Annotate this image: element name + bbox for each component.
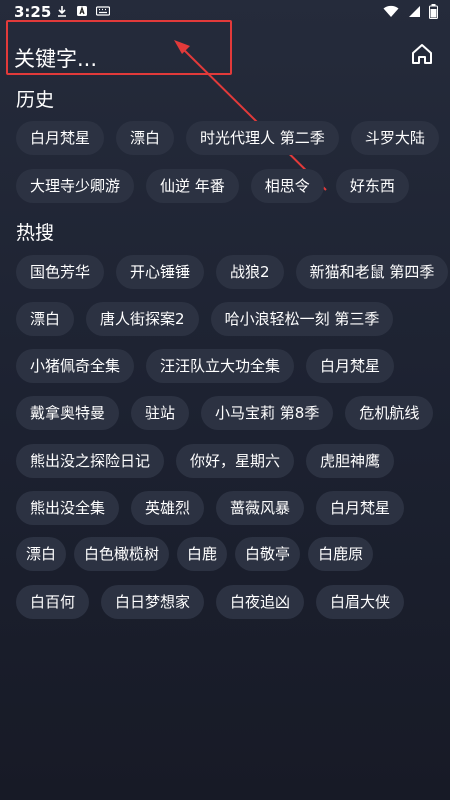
hot-tag[interactable]: 驻站 [131,396,190,430]
battery-icon [429,4,438,19]
app-notification-icon [76,5,88,17]
hot-tag[interactable]: 白月梵星 [306,349,395,383]
hot-tag[interactable]: 戴拿奥特曼 [16,396,120,430]
hot-tag[interactable]: 唐人街探案2 [86,302,199,336]
hot-tag[interactable]: 蔷薇风暴 [216,491,305,525]
hot-tag[interactable]: 熊出没之探险日记 [16,444,165,478]
hot-row: 漂白 白色橄榄树 白鹿 白敬亭 白鹿原 [16,537,374,571]
hot-tag[interactable]: 白日梦想家 [101,585,205,619]
hot-tag[interactable]: 你好，星期六 [176,444,295,478]
history-tag[interactable]: 好东西 [335,169,409,203]
hot-tag[interactable]: 战狼2 [216,255,284,289]
hot-tag[interactable]: 漂白 [16,302,75,336]
hot-row: 白百何 白日梦想家 白夜追凶 白眉大侠 [16,585,405,619]
home-button[interactable] [410,42,434,66]
history-row: 白月梵星 漂白 时光代理人 第二季 斗罗大陆 [16,121,439,155]
hot-tag[interactable]: 白鹿 [177,537,228,571]
history-row: 大理寺少卿游 仙逆 年番 相思令 好东西 [16,169,409,203]
home-icon [412,44,432,64]
status-time: 3:25 [14,3,52,21]
hot-tag[interactable]: 汪汪队立大功全集 [146,349,295,383]
history-tag[interactable]: 漂白 [116,121,175,155]
history-tag[interactable]: 相思令 [250,169,324,203]
hot-tag[interactable]: 白鹿原 [308,537,374,571]
hot-row: 戴拿奥特曼 驻站 小马宝莉 第8季 危机航线 [16,396,434,430]
hot-tag[interactable]: 英雄烈 [131,491,205,525]
signal-icon [407,5,421,18]
history-section-title: 历史 [16,89,55,111]
hot-tag[interactable]: 白月梵星 [316,491,405,525]
hot-row: 熊出没之探险日记 你好，星期六 虎胆神鹰 [16,444,395,478]
annotation-highlight-box [6,20,232,75]
keyboard-icon [96,5,110,17]
hot-tag[interactable]: 白百何 [16,585,90,619]
hot-tag[interactable]: 哈小浪轻松一刻 第三季 [210,302,394,336]
hot-tag[interactable]: 小马宝莉 第8季 [201,396,334,430]
hot-tag[interactable]: 小猪佩奇全集 [16,349,135,383]
wifi-icon [383,5,399,18]
hot-tag[interactable]: 新猫和老鼠 第四季 [295,255,449,289]
hot-tag[interactable]: 熊出没全集 [16,491,120,525]
history-tag[interactable]: 斗罗大陆 [350,121,439,155]
hot-row: 小猪佩奇全集 汪汪队立大功全集 白月梵星 [16,349,395,383]
hot-tag[interactable]: 虎胆神鹰 [306,444,395,478]
hot-tag[interactable]: 白夜追凶 [216,585,305,619]
hot-tag[interactable]: 危机航线 [345,396,434,430]
hot-tag[interactable]: 白眉大侠 [316,585,405,619]
hot-tag[interactable]: 白色橄榄树 [74,537,170,571]
history-tag[interactable]: 大理寺少卿游 [16,169,135,203]
hot-section-title: 热搜 [16,222,55,244]
hot-tag[interactable]: 漂白 [16,537,67,571]
hot-row: 熊出没全集 英雄烈 蔷薇风暴 白月梵星 [16,491,405,525]
hot-tag[interactable]: 国色芳华 [16,255,105,289]
history-tag[interactable]: 仙逆 年番 [146,169,239,203]
hot-row: 国色芳华 开心锤锤 战狼2 新猫和老鼠 第四季 [16,255,449,289]
hot-tag[interactable]: 开心锤锤 [116,255,205,289]
hot-tag[interactable]: 白敬亭 [235,537,301,571]
hot-row: 漂白 唐人街探案2 哈小浪轻松一刻 第三季 [16,302,394,336]
history-tag[interactable]: 白月梵星 [16,121,105,155]
history-tag[interactable]: 时光代理人 第二季 [186,121,339,155]
download-icon [56,5,68,17]
